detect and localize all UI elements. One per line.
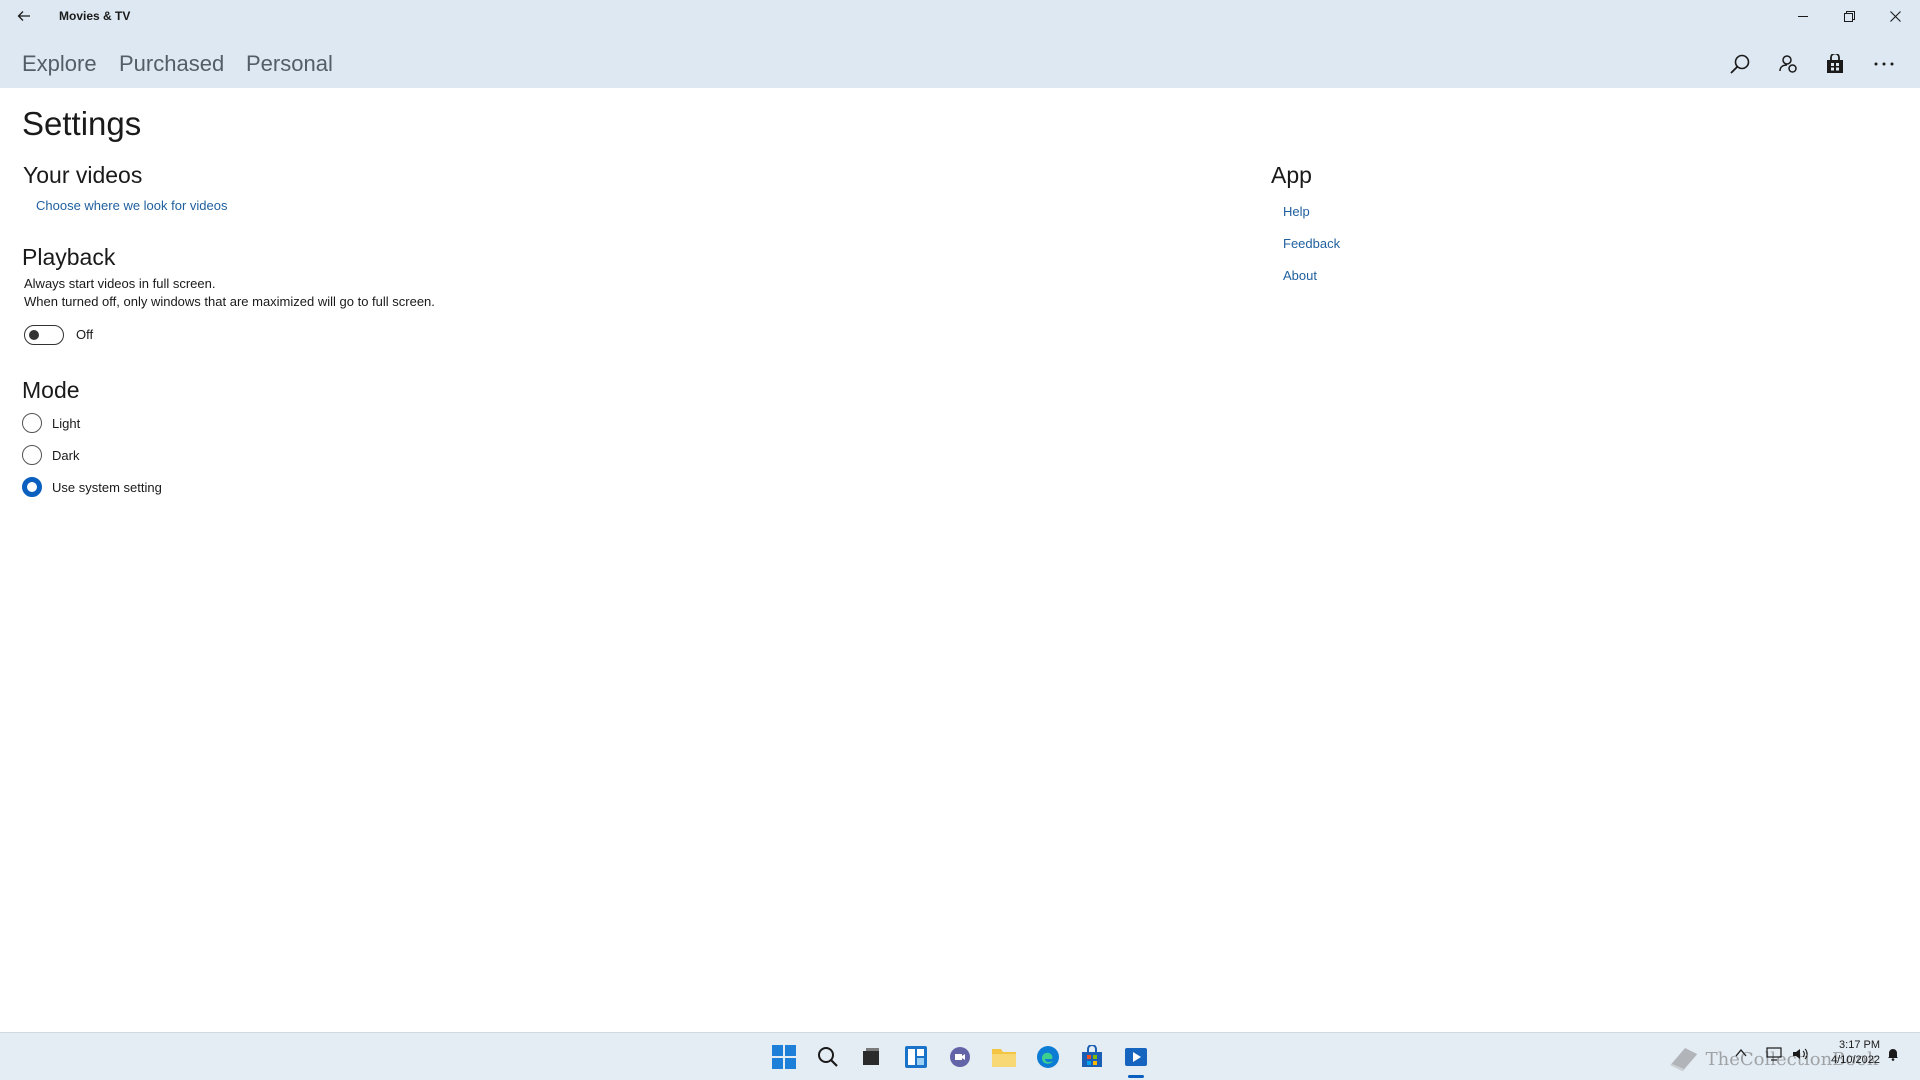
your-videos-heading: Your videos bbox=[23, 162, 143, 188]
search-icon bbox=[818, 1047, 838, 1067]
book-icon bbox=[1670, 1048, 1698, 1072]
taskbar: TheCollectionBook 3:17 PM 4/10/2022 bbox=[0, 1032, 1920, 1080]
help-link[interactable]: Help bbox=[1283, 204, 1310, 219]
volume-icon bbox=[1793, 1048, 1808, 1060]
tab-personal[interactable]: Personal bbox=[246, 51, 333, 77]
mode-option-system[interactable]: Use system setting bbox=[22, 476, 162, 498]
radio-label: Light bbox=[52, 415, 81, 431]
app-heading: App bbox=[1271, 162, 1312, 188]
microsoft-store-icon bbox=[1082, 1045, 1102, 1067]
playback-description-line1: Always start videos in full screen. bbox=[24, 276, 216, 291]
tray-chevron-button[interactable] bbox=[1735, 1047, 1747, 1061]
network-icon bbox=[1766, 1047, 1782, 1061]
account-icon bbox=[1779, 55, 1797, 73]
toggle-knob bbox=[29, 329, 39, 340]
mode-option-light[interactable]: Light bbox=[22, 412, 80, 434]
about-link[interactable]: About bbox=[1283, 268, 1317, 283]
fullscreen-toggle[interactable] bbox=[24, 325, 64, 345]
back-button[interactable] bbox=[6, 0, 42, 32]
mode-heading: Mode bbox=[22, 377, 80, 403]
store-icon bbox=[1827, 54, 1843, 73]
playback-heading: Playback bbox=[22, 244, 116, 270]
teams-chat-button[interactable] bbox=[944, 1041, 976, 1073]
app-title: Movies & TV bbox=[59, 9, 131, 23]
toggle-state-label: Off bbox=[76, 327, 94, 342]
movies-tv-icon bbox=[1125, 1048, 1147, 1066]
widgets-button[interactable] bbox=[900, 1041, 932, 1073]
more-icon bbox=[1874, 62, 1894, 66]
app-header: Explore Purchased Personal bbox=[0, 32, 1920, 88]
minimize-button[interactable] bbox=[1780, 0, 1826, 32]
back-arrow-icon bbox=[17, 11, 30, 21]
file-explorer-button[interactable] bbox=[988, 1041, 1020, 1073]
radio-dark[interactable] bbox=[22, 445, 42, 465]
taskbar-search-button[interactable] bbox=[812, 1041, 844, 1073]
account-button[interactable] bbox=[1768, 44, 1808, 84]
windows-start-icon bbox=[772, 1045, 796, 1069]
tab-explore[interactable]: Explore bbox=[22, 51, 97, 77]
page-title: Settings bbox=[22, 105, 142, 142]
search-button[interactable] bbox=[1720, 44, 1760, 84]
title-bar: Movies & TV bbox=[0, 0, 1920, 32]
widgets-icon bbox=[905, 1046, 927, 1068]
task-view-button[interactable] bbox=[855, 1041, 887, 1073]
edge-button[interactable] bbox=[1032, 1041, 1064, 1073]
radio-light[interactable] bbox=[22, 413, 42, 433]
radio-system[interactable] bbox=[22, 477, 42, 497]
start-button[interactable] bbox=[768, 1041, 800, 1073]
volume-button[interactable] bbox=[1792, 1047, 1810, 1064]
notification-bell-icon bbox=[1888, 1049, 1898, 1061]
store-button[interactable] bbox=[1815, 44, 1855, 84]
close-button[interactable] bbox=[1872, 0, 1918, 32]
minimize-icon bbox=[1798, 16, 1808, 17]
restore-button[interactable] bbox=[1826, 0, 1872, 32]
radio-label: Use system setting bbox=[52, 479, 162, 495]
feedback-link[interactable]: Feedback bbox=[1283, 236, 1340, 251]
clock-date: 4/10/2022 bbox=[1831, 1054, 1880, 1066]
task-view-icon bbox=[863, 1048, 879, 1065]
more-options-button[interactable] bbox=[1864, 44, 1904, 84]
radio-label: Dark bbox=[52, 447, 80, 463]
taskbar-clock[interactable]: 3:17 PM 4/10/2022 bbox=[1831, 1038, 1880, 1068]
edge-browser-icon bbox=[1037, 1046, 1059, 1068]
network-button[interactable] bbox=[1766, 1047, 1782, 1064]
chat-icon bbox=[950, 1047, 970, 1067]
notifications-button[interactable] bbox=[1886, 1047, 1900, 1064]
movies-tv-taskbar-button[interactable] bbox=[1120, 1041, 1152, 1073]
close-icon bbox=[1889, 10, 1901, 22]
playback-description-line2: When turned off, only windows that are m… bbox=[24, 294, 435, 309]
tab-purchased[interactable]: Purchased bbox=[119, 51, 224, 77]
store-taskbar-button[interactable] bbox=[1076, 1041, 1108, 1073]
folder-icon bbox=[992, 1049, 1016, 1067]
restore-icon bbox=[1843, 10, 1855, 22]
search-icon bbox=[1730, 54, 1750, 74]
clock-time: 3:17 PM bbox=[1839, 1039, 1880, 1051]
active-app-indicator bbox=[1128, 1075, 1144, 1078]
choose-video-folders-link[interactable]: Choose where we look for videos bbox=[36, 198, 228, 213]
mode-option-dark[interactable]: Dark bbox=[22, 444, 79, 466]
chevron-up-icon bbox=[1735, 1048, 1747, 1057]
